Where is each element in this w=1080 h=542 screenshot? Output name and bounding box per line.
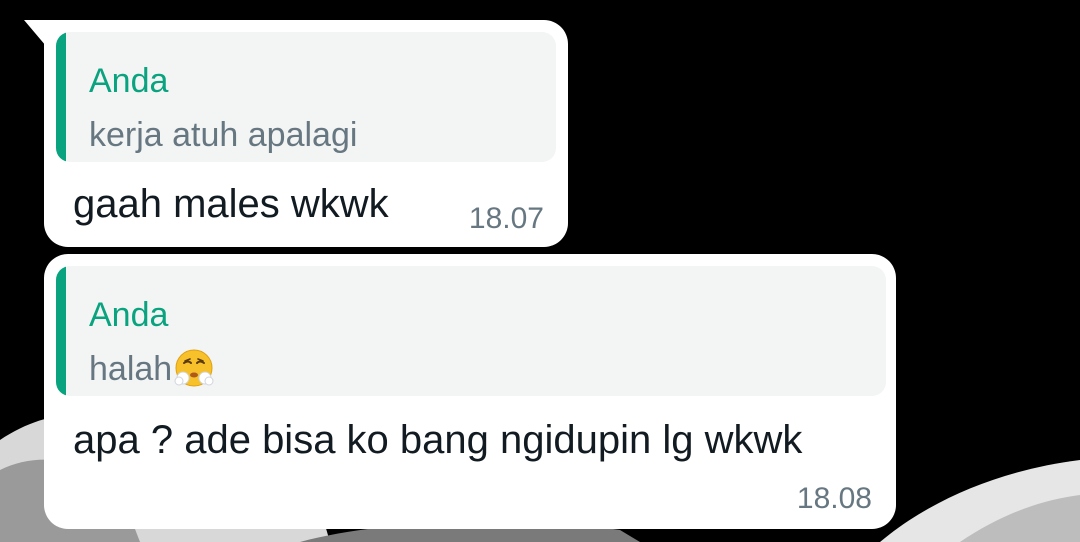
chat-view: Anda kerja atuh apalagi gaah males wkwk … — [0, 0, 1080, 542]
message-timestamp: 18.08 — [796, 482, 872, 515]
quoted-message[interactable]: Anda kerja atuh apalagi — [56, 32, 556, 162]
message-timestamp: 18.07 — [468, 202, 544, 235]
quoted-message-text: halah — [89, 350, 173, 388]
message-bubble[interactable]: Anda halah apa ? ade bisa ko bang ngidup… — [44, 254, 896, 529]
quoted-message-text-row: halah — [89, 349, 214, 388]
face-with-steam-from-nose-emoji — [174, 349, 214, 387]
bubble-tail — [24, 20, 46, 46]
quoted-message-author: Anda — [89, 296, 169, 334]
quoted-message-author: Anda — [89, 62, 169, 100]
message-text: apa ? ade bisa ko bang ngidupin lg wkwk — [73, 418, 803, 462]
quoted-message-text: kerja atuh apalagi — [89, 116, 358, 154]
quoted-message[interactable]: Anda halah — [56, 266, 886, 396]
message-text: gaah males wkwk — [73, 182, 389, 226]
message-bubble[interactable]: Anda kerja atuh apalagi gaah males wkwk … — [24, 20, 568, 247]
